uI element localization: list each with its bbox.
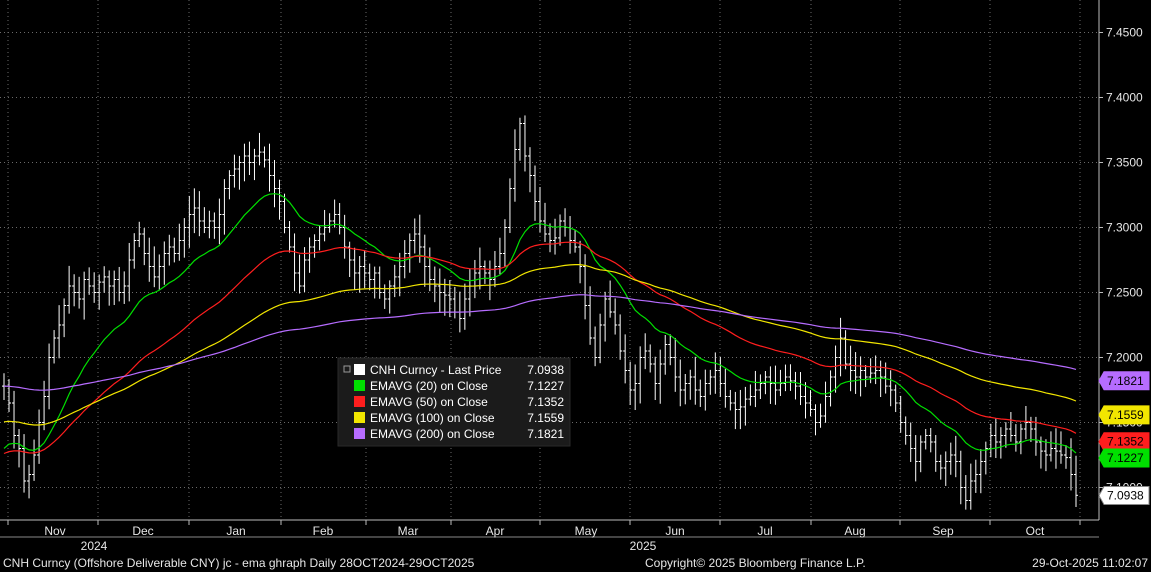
legend-value: 7.0938 (527, 363, 564, 377)
legend-swatch (354, 428, 365, 439)
tag-label: 7.1559 (1107, 408, 1144, 422)
cnh-price-chart: 7.10007.15007.20007.25007.30007.35007.40… (0, 0, 1150, 570)
x-tick-label-jan: Jan (226, 524, 245, 538)
y-tick-label-4: 7.3000 (1106, 221, 1143, 235)
tag-label: 7.1352 (1107, 435, 1144, 449)
legend-row-2: EMAVG (50) on Close 7.1352 (354, 395, 564, 409)
legend-value: 7.1352 (527, 395, 564, 409)
x-tick-label-feb: Feb (313, 524, 334, 538)
last-value-tag-4: 7.0938 (1098, 486, 1150, 506)
x-tick-label-aug: Aug (844, 524, 865, 538)
x-year-label-2024: 2024 (81, 539, 108, 553)
legend-swatch (354, 412, 365, 423)
last-value-tag-0: 7.1821 (1098, 371, 1150, 391)
x-tick-label-dec: Dec (132, 524, 153, 538)
footer-right: 29-Oct-2025 11:02:07 (1032, 556, 1148, 570)
last-value-tag-3: 7.1227 (1098, 448, 1150, 468)
legend: CNH Curncy - Last Price 7.0938 EMAVG (20) … (337, 357, 571, 447)
y-tick-label-5: 7.3500 (1106, 156, 1143, 170)
y-tick-label-2: 7.2000 (1106, 351, 1143, 365)
legend-label: EMAVG (100) on Close (370, 411, 495, 425)
tag-label: 7.1227 (1107, 451, 1144, 465)
legend-row-0: CNH Curncy - Last Price 7.0938 (343, 363, 564, 377)
last-value-tag-2: 7.1352 (1098, 432, 1150, 452)
legend-row-1: EMAVG (20) on Close 7.1227 (354, 379, 564, 393)
x-tick-label-oct: Oct (1026, 524, 1045, 538)
last-value-tag-1: 7.1559 (1098, 405, 1150, 425)
x-tick-label-apr: Apr (486, 524, 505, 538)
legend-value: 7.1559 (527, 411, 564, 425)
legend-row-4: EMAVG (200) on Close 7.1821 (354, 427, 564, 441)
legend-label: EMAVG (200) on Close (370, 427, 495, 441)
legend-swatch (354, 364, 365, 375)
y-tick-label-7: 7.4500 (1106, 26, 1143, 40)
legend-label: CNH Curncy - Last Price (370, 363, 502, 377)
legend-value: 7.1227 (527, 379, 564, 393)
y-tick-label-6: 7.4000 (1106, 91, 1143, 105)
legend-value: 7.1821 (527, 427, 564, 441)
legend-swatch (354, 380, 365, 391)
footer-center: Copyright© 2025 Bloomberg Finance L.P. (645, 556, 866, 570)
y-tick-label-3: 7.2500 (1106, 286, 1143, 300)
x-tick-label-jun: Jun (665, 524, 684, 538)
legend-label: EMAVG (20) on Close (370, 379, 488, 393)
legend-swatch (354, 396, 365, 407)
x-tick-label-nov: Nov (44, 524, 65, 538)
x-year-label-2025: 2025 (630, 539, 657, 553)
tag-label: 7.0938 (1107, 489, 1144, 503)
footer: CNH Curncy (Offshore Deliverable CNY) jc… (3, 556, 1148, 570)
x-tick-label-sep: Sep (932, 524, 954, 538)
x-tick-label-jul: Jul (757, 524, 772, 538)
legend-row-3: EMAVG (100) on Close 7.1559 (354, 411, 564, 425)
x-tick-label-mar: Mar (398, 524, 419, 538)
legend-label: EMAVG (50) on Close (370, 395, 488, 409)
footer-left: CNH Curncy (Offshore Deliverable CNY) jc… (3, 556, 475, 570)
tag-label: 7.1821 (1107, 374, 1144, 388)
x-tick-label-may: May (575, 524, 598, 538)
